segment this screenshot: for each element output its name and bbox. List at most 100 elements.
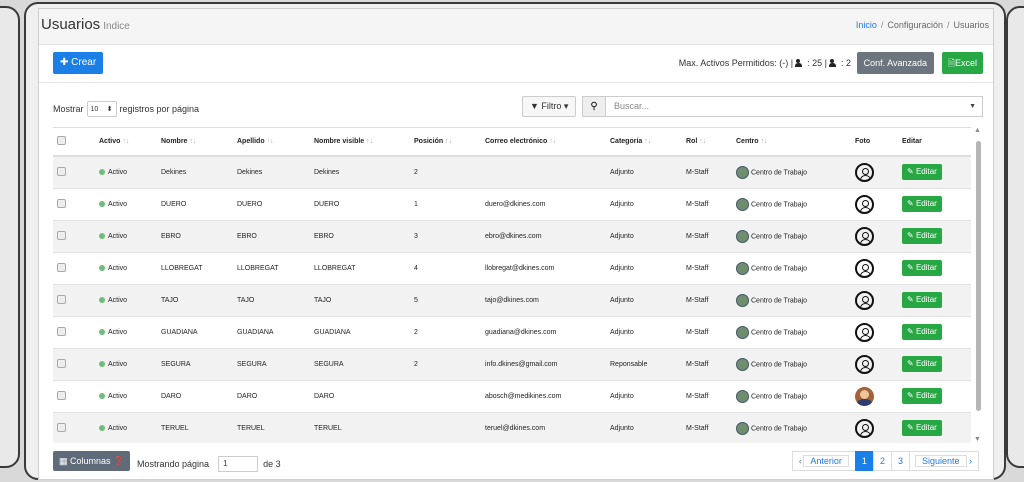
edit-button[interactable]: ✎ Editar (902, 388, 942, 404)
cell-nombre-visible: DUERO (310, 188, 410, 221)
row-checkbox[interactable] (57, 198, 66, 208)
cell-editar: ✎ Editar (898, 284, 971, 317)
cell-correo: llobregat@dkines.com (481, 252, 606, 285)
edit-button[interactable]: ✎ Editar (902, 196, 942, 212)
header-categoria[interactable]: Categoría ↑↓ (606, 128, 682, 157)
page-length-select[interactable]: 10 ⬍ (86, 101, 117, 117)
row-select[interactable] (53, 284, 95, 317)
help-icon: ❓ (110, 456, 125, 466)
header-apellido[interactable]: Apellido ↑↓ (233, 128, 310, 157)
row-select[interactable] (53, 252, 95, 285)
row-select[interactable] (53, 348, 95, 381)
header-activo[interactable]: Activo ↑↓ (95, 128, 157, 157)
cell-centro: Centro de Trabajo (732, 252, 851, 285)
table-header-row: Activo ↑↓ Nombre ↑↓ Apellido ↑↓ Nombre v… (53, 128, 971, 157)
cell-nombre: DUERO (157, 188, 233, 221)
toolbar: ✚ Crear Max. Activos Permitidos: (-) | :… (39, 51, 993, 77)
row-select[interactable] (53, 412, 95, 443)
edit-button[interactable]: ✎ Editar (902, 292, 942, 308)
divider (39, 82, 993, 83)
advanced-config-button[interactable]: Conf. Avanzada (856, 52, 934, 74)
row-select[interactable] (53, 188, 95, 221)
cell-foto (851, 348, 898, 381)
scroll-thumb[interactable] (976, 141, 981, 411)
select-all-checkbox[interactable] (57, 136, 66, 145)
edit-button[interactable]: ✎ Editar (902, 260, 942, 276)
cell-activo: Activo (95, 252, 157, 285)
scroll-down-icon[interactable]: ▼ (974, 436, 981, 443)
page-button-3[interactable]: 3 (890, 451, 910, 471)
row-checkbox[interactable] (57, 358, 66, 368)
edit-button[interactable]: ✎ Editar (902, 228, 942, 244)
next-page-button[interactable]: Siguiente › (908, 451, 979, 471)
cell-posicion (410, 380, 481, 413)
status-dot-icon (99, 296, 105, 303)
header-posicion[interactable]: Posición ↑↓ (410, 128, 481, 157)
filter-icon: ▼ (530, 101, 542, 111)
centro-color-icon (736, 389, 749, 403)
row-checkbox[interactable] (57, 294, 66, 304)
columns-button[interactable]: ▦ Columnas ❓ (53, 451, 131, 471)
cell-apellido: DARO (233, 380, 310, 413)
row-checkbox[interactable] (57, 166, 66, 176)
excel-button[interactable]: 🗎Excel (941, 52, 983, 74)
cell-categoria: Adjunto (606, 316, 682, 349)
row-select[interactable] (53, 220, 95, 253)
edit-button[interactable]: ✎ Editar (902, 356, 942, 372)
row-checkbox[interactable] (57, 422, 66, 432)
page-button-2[interactable]: 2 (872, 451, 892, 471)
table-row: Activo EBRO EBRO EBRO 3 ebro@dkines.com Adjunt… (53, 220, 971, 253)
header-centro[interactable]: Centro ↑↓ (732, 128, 851, 157)
cell-correo: abosch@medikines.com (481, 380, 606, 413)
cell-nombre-visible: TAJO (310, 284, 410, 317)
cell-editar: ✎ Editar (898, 252, 971, 285)
cell-activo: Activo (95, 220, 157, 253)
header-select-all[interactable] (53, 128, 95, 157)
row-checkbox[interactable] (57, 390, 66, 400)
breadcrumb-home[interactable]: Inicio (856, 20, 877, 30)
status-dot-icon (99, 328, 105, 335)
cell-activo: Activo (95, 348, 157, 381)
edit-button[interactable]: ✎ Editar (902, 420, 942, 436)
status-dot-icon (99, 424, 105, 431)
search-icon[interactable]: ⚲ (582, 96, 606, 117)
edit-button[interactable]: ✎ Editar (902, 324, 942, 340)
page-title: Usuarios Indice (41, 16, 130, 33)
header-nombre[interactable]: Nombre ↑↓ (157, 128, 233, 157)
table-row: Activo TERUEL TERUEL TERUEL teruel@dkines.co… (53, 412, 971, 443)
cell-apellido: GUADIANA (233, 316, 310, 349)
cell-editar: ✎ Editar (898, 316, 971, 349)
edit-button[interactable]: ✎ Editar (902, 164, 942, 181)
cell-foto (851, 188, 898, 221)
edit-icon: ✎ (907, 295, 916, 304)
cell-posicion: 1 (410, 188, 481, 221)
row-select[interactable] (53, 156, 95, 189)
header-foto: Foto (851, 128, 898, 157)
table-scrollbar[interactable]: ▲ ▼ (973, 127, 983, 443)
row-checkbox[interactable] (57, 230, 66, 240)
row-checkbox[interactable] (57, 326, 66, 336)
plus-icon: ✚ (60, 57, 72, 68)
row-select[interactable] (53, 380, 95, 413)
row-checkbox[interactable] (57, 262, 66, 272)
previous-page-button[interactable]: ‹ Anterior (791, 451, 856, 471)
row-select[interactable] (53, 316, 95, 349)
breadcrumb-config[interactable]: Configuración (887, 20, 943, 30)
create-button[interactable]: ✚ Crear (53, 52, 104, 74)
cell-rol: M-Staff (682, 316, 732, 349)
breadcrumb: Inicio / Configuración / Usuarios (855, 20, 989, 30)
cell-rol: M-Staff (682, 348, 732, 381)
cell-apellido: TAJO (233, 284, 310, 317)
page-button-1[interactable]: 1 (854, 451, 874, 471)
filter-button[interactable]: ▼ Filtro ▾ (522, 96, 577, 117)
header-nombre-visible[interactable]: Nombre visible ↑↓ (310, 128, 410, 157)
page-number-input[interactable]: 1 (218, 456, 259, 472)
centro-color-icon (736, 357, 749, 371)
scroll-up-icon[interactable]: ▲ (974, 127, 981, 134)
cell-editar: ✎ Editar (898, 412, 971, 443)
search-input[interactable]: Buscar... ▼ (605, 96, 983, 117)
user-circle-icon (855, 322, 874, 342)
header-correo[interactable]: Correo electrónico ↑↓ (481, 128, 606, 157)
status-dot-icon (99, 392, 105, 399)
header-rol[interactable]: Rol ↑↓ (682, 128, 732, 157)
